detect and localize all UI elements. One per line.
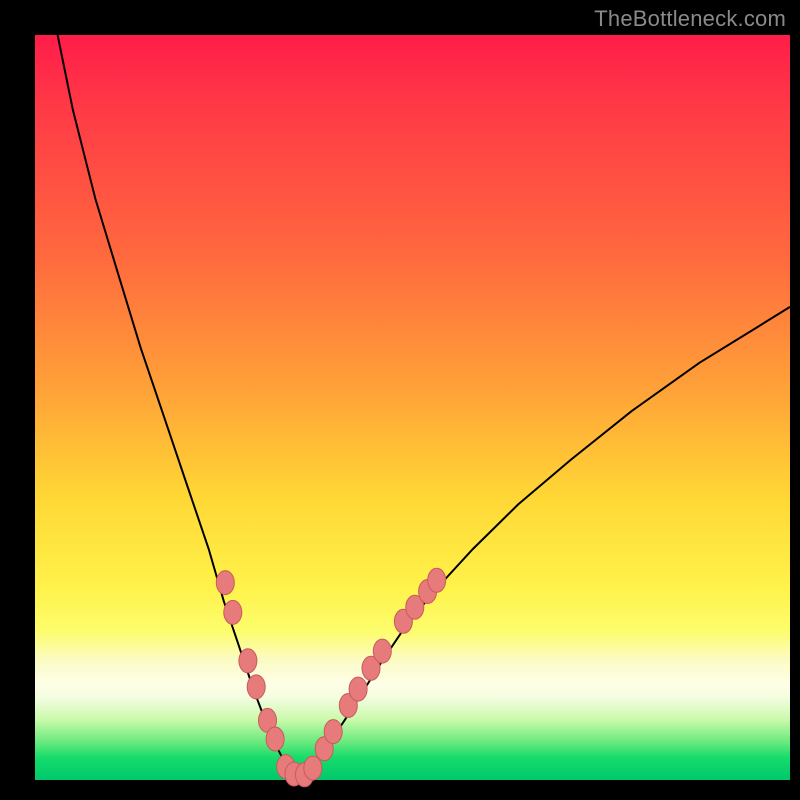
outer-frame: TheBottleneck.com xyxy=(0,0,800,800)
watermark-text: TheBottleneck.com xyxy=(594,6,786,32)
plot-gradient-area xyxy=(35,35,790,780)
